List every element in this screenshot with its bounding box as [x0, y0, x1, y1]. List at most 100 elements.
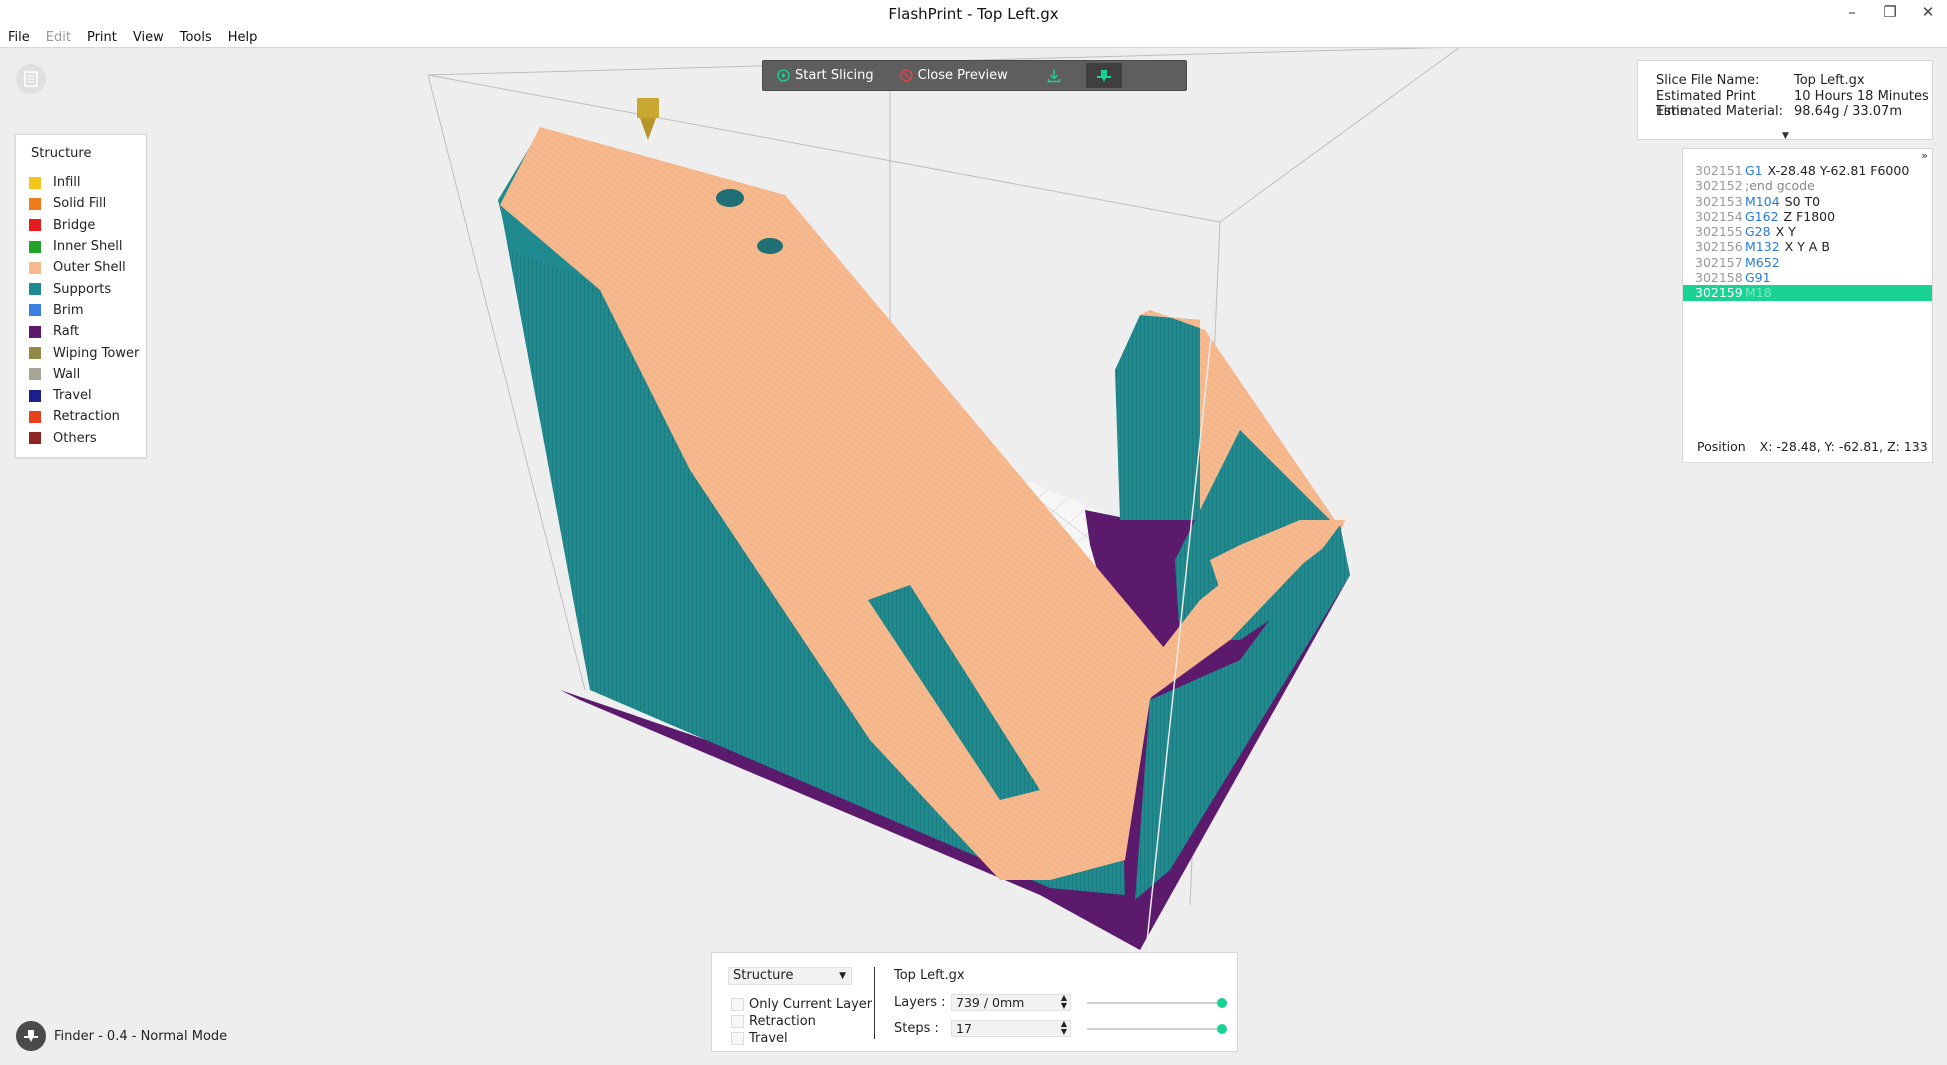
menu-tools[interactable]: Tools — [180, 30, 212, 45]
close-button[interactable]: ✕ — [1919, 3, 1937, 21]
gcode-command: M104 — [1745, 193, 1780, 209]
checkbox-label: Retraction — [749, 1014, 816, 1029]
legend-label: Solid Fill — [53, 196, 107, 212]
export-button[interactable] — [1036, 63, 1072, 88]
legend-swatch — [29, 261, 41, 274]
steps-value: 17 — [956, 1021, 972, 1036]
status-text: Finder - 0.4 - Normal Mode — [54, 1028, 228, 1044]
gcode-line-current[interactable]: 302159 M18 — [1683, 285, 1932, 301]
prohibited-icon — [899, 69, 913, 82]
legend-item: Inner Shell — [16, 236, 146, 257]
layers-slider[interactable] — [1087, 998, 1227, 1008]
only-current-layer-checkbox[interactable]: Only Current Layer — [731, 997, 872, 1012]
legend-swatch — [29, 283, 41, 296]
gcode-line[interactable]: 302154 G162 Z F1800 — [1683, 209, 1932, 224]
gcode-args: Z F1800 — [1783, 208, 1836, 224]
printer-icon — [24, 1030, 38, 1042]
legend-label: Wall — [53, 366, 81, 382]
menu-view[interactable]: View — [133, 30, 164, 45]
line-number: 302158 — [1695, 270, 1743, 286]
display-mode-select[interactable]: Structure ▼ — [728, 967, 852, 985]
collapse-arrow-icon[interactable]: ▼ — [1782, 131, 1789, 141]
3d-viewport[interactable] — [0, 48, 1947, 1065]
print-button[interactable] — [1085, 63, 1122, 88]
steps-label: Steps : — [894, 1021, 939, 1036]
legend-swatch — [29, 410, 41, 423]
legend-item: Supports — [16, 278, 146, 299]
gcode-command: M652 — [1745, 254, 1780, 270]
checkbox-box[interactable] — [731, 1032, 744, 1045]
gcode-panel: » 302151 G1 X-28.48 Y-62.81 F6000 302152 ;e… — [1682, 148, 1933, 463]
menu-help[interactable]: Help — [228, 30, 258, 45]
gcode-line[interactable]: 302152 ;end gcode — [1683, 178, 1932, 193]
steps-slider[interactable] — [1087, 1024, 1227, 1034]
legend-label: Wiping Tower — [53, 345, 140, 361]
retraction-checkbox[interactable]: Retraction — [731, 1014, 816, 1029]
print-time-row: Estimated Print Time: 10 Hours 18 Minute… — [1638, 88, 1932, 120]
gcode-line[interactable]: 302153 M104 S0 T0 — [1683, 194, 1932, 209]
print-time-label: Estimated Print Time: — [1656, 88, 1756, 120]
travel-checkbox[interactable]: Travel — [731, 1031, 788, 1046]
checkbox-box[interactable] — [731, 1015, 744, 1028]
gcode-line[interactable]: 302155 G28 X Y — [1683, 224, 1932, 239]
menu-file[interactable]: File — [8, 30, 30, 45]
legend-swatch — [29, 240, 41, 253]
gcode-args: X Y — [1775, 224, 1796, 240]
legend-item: Wall — [16, 364, 146, 385]
legend-swatch — [29, 368, 41, 381]
layers-spinbox[interactable]: 739 / 0mm ▲ ▼ — [951, 994, 1071, 1011]
gcode-command: G91 — [1745, 270, 1771, 286]
slice-file-name-label: Slice File Name: — [1656, 73, 1760, 88]
close-preview-button[interactable]: Close Preview — [890, 60, 1018, 91]
menu-edit[interactable]: Edit — [46, 30, 71, 45]
document-button[interactable] — [16, 64, 46, 94]
legend-item: Retraction — [16, 406, 146, 427]
legend-label: Bridge — [53, 217, 96, 233]
download-icon — [1047, 69, 1061, 82]
legend-item: Travel — [16, 385, 146, 406]
material-label: Estimated Material: — [1656, 104, 1783, 119]
layers-value: 739 / 0mm — [956, 995, 1025, 1010]
gcode-line[interactable]: 302158 G91 — [1683, 270, 1932, 285]
legend-item: Bridge — [16, 215, 146, 236]
legend-label: Brim — [53, 302, 84, 318]
window-controls: – ❐ ✕ — [1843, 3, 1937, 21]
gcode-line[interactable]: 302156 M132 X Y A B — [1683, 239, 1932, 254]
gcode-line[interactable]: 302157 M652 — [1683, 255, 1932, 270]
chevron-down-icon: ▼ — [839, 971, 846, 981]
gcode-args: X-28.48 Y-62.81 F6000 — [1767, 163, 1910, 178]
layers-slider-handle[interactable] — [1217, 998, 1227, 1008]
line-number: 302153 — [1695, 193, 1743, 209]
printer-connection-button[interactable] — [16, 1021, 46, 1051]
legend-item: Raft — [16, 321, 146, 342]
steps-spinbox[interactable]: 17 ▲ ▼ — [951, 1020, 1071, 1037]
legend-label: Inner Shell — [53, 239, 123, 255]
gcode-line[interactable]: 302151 G1 X-28.48 Y-62.81 F6000 — [1683, 163, 1932, 178]
structure-legend: Structure Infill Solid Fill Bridge Inner… — [15, 134, 147, 458]
slice-info-panel: Slice File Name: Top Left.gx Estimated P… — [1637, 60, 1933, 141]
slice-file-name-value: Top Left.gx — [1794, 73, 1865, 88]
steps-slider-handle[interactable] — [1217, 1024, 1227, 1034]
nozzle-position: Position X: -28.48, Y: -62.81, Z: 133.5 — [1697, 439, 1929, 454]
preview-toolbar: Start Slicing Close Preview — [762, 60, 1187, 91]
checkbox-box[interactable] — [731, 998, 744, 1011]
minimize-button[interactable]: – — [1843, 3, 1861, 21]
line-number: 302155 — [1695, 224, 1743, 240]
spin-arrows-icon[interactable]: ▲ ▼ — [1061, 994, 1067, 1010]
nozzle-icon — [637, 98, 659, 140]
line-number: 302152 — [1695, 178, 1743, 194]
position-value: X: -28.48, Y: -62.81, Z: 133.5 — [1759, 439, 1929, 454]
legend-swatch — [29, 304, 41, 317]
expand-icon[interactable]: » — [1921, 149, 1928, 162]
start-slicing-button[interactable]: Start Slicing — [767, 60, 884, 91]
maximize-button[interactable]: ❐ — [1881, 3, 1899, 21]
legend-label: Supports — [53, 281, 112, 297]
line-number: 302157 — [1695, 254, 1743, 270]
legend-label: Retraction — [53, 409, 120, 425]
legend-label: Travel — [53, 388, 92, 404]
material-row: Estimated Material: 98.64g / 33.07m — [1638, 104, 1932, 120]
spin-arrows-icon[interactable]: ▲ ▼ — [1061, 1020, 1067, 1036]
menu-print[interactable]: Print — [87, 30, 117, 45]
printer-icon — [1096, 69, 1111, 82]
play-circle-icon — [777, 69, 790, 82]
